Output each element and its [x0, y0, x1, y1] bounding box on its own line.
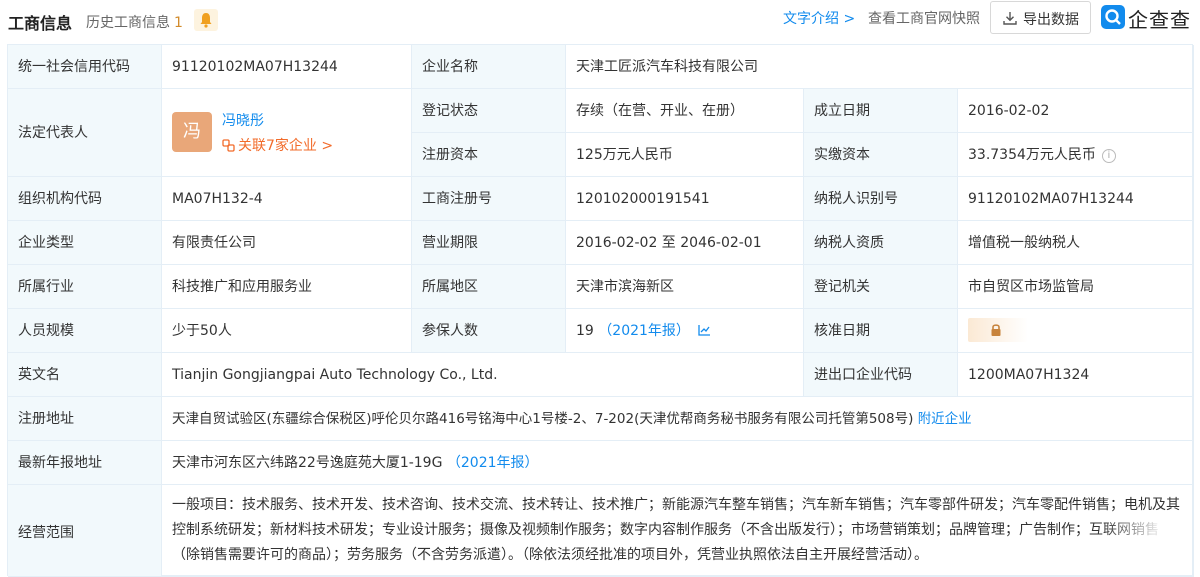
label-reg-authority: 登记机关 [804, 265, 958, 309]
label-biz-scope: 经营范围 [8, 485, 162, 577]
text-fade-overlay [1102, 515, 1182, 541]
label-reg-status: 登记状态 [412, 89, 566, 133]
lock-icon[interactable] [968, 318, 1028, 342]
business-info-table: 统一社会信用代码 91120102MA07H13244 企业名称 天津工匠派汽车… [7, 44, 1194, 577]
biz-scope-text: 一般项目：技术服务、技术开发、技术咨询、技术交流、技术转让、技术推广；新能源汽车… [172, 497, 1180, 563]
value-reg-no: 120102000191541 [566, 177, 804, 221]
export-button-label: 导出数据 [1023, 12, 1079, 28]
label-taxpayer-qual: 纳税人资质 [804, 221, 958, 265]
label-region: 所属地区 [412, 265, 566, 309]
annual-report-link[interactable]: （2021年报） [447, 455, 539, 471]
label-taxpayer-id: 纳税人识别号 [804, 177, 958, 221]
label-annual-report-address: 最新年报地址 [8, 441, 162, 485]
link-icon [222, 139, 235, 152]
history-count: 1 [174, 15, 183, 31]
label-approval-date: 核准日期 [804, 309, 958, 353]
legal-rep-name-link[interactable]: 冯晓彤 [222, 111, 264, 131]
annual-report-address-text: 天津市河东区六纬路22号逸庭苑大厦1-19G [172, 455, 443, 471]
paid-capital-text: 33.7354万元人民币 [968, 147, 1096, 163]
value-credit-code: 91120102MA07H13244 [162, 45, 412, 89]
value-taxpayer-qual: 增值税一般纳税人 [958, 221, 1194, 265]
trend-chart-icon[interactable] [698, 324, 711, 336]
value-org-code: MA07H132-4 [162, 177, 412, 221]
value-region: 天津市滨海新区 [566, 265, 804, 309]
header-bar: 工商信息 历史工商信息 1 文字介绍 > 查看工商官网快照 导出数据 企查查 [0, 0, 1200, 40]
label-reg-no: 工商注册号 [412, 177, 566, 221]
nearby-companies-link[interactable]: 附近企业 [918, 411, 972, 427]
info-icon[interactable]: i [1101, 149, 1116, 163]
label-insured: 参保人数 [412, 309, 566, 353]
qichacha-logo: 企查查 [1101, 3, 1197, 32]
value-est-date: 2016-02-02 [958, 89, 1194, 133]
label-est-date: 成立日期 [804, 89, 958, 133]
label-paid-capital: 实缴资本 [804, 133, 958, 177]
value-biz-term: 2016-02-02 至 2046-02-01 [566, 221, 804, 265]
label-reg-address: 注册地址 [8, 397, 162, 441]
value-taxpayer-id: 91120102MA07H13244 [958, 177, 1194, 221]
label-english-name: 英文名 [8, 353, 162, 397]
value-reg-status: 存续（在营、开业、在册） [566, 89, 804, 133]
official-snapshot-link[interactable]: 查看工商官网快照 [868, 8, 980, 28]
download-icon [1003, 12, 1017, 25]
value-biz-scope: 一般项目：技术服务、技术开发、技术咨询、技术交流、技术转让、技术推广；新能源汽车… [162, 485, 1194, 577]
label-company-type: 企业类型 [8, 221, 162, 265]
value-reg-authority: 市自贸区市场监管局 [958, 265, 1194, 309]
value-company-type: 有限责任公司 [162, 221, 412, 265]
label-import-export-code: 进出口企业代码 [804, 353, 958, 397]
value-insured: 19 （2021年报） [566, 309, 804, 353]
value-reg-address: 天津自贸试验区(东疆综合保税区)呼伦贝尔路416号铭海中心1号楼-2、7-202… [162, 397, 1194, 441]
section-title: 工商信息 [8, 14, 73, 33]
label-org-code: 组织机构代码 [8, 177, 162, 221]
value-reg-capital: 125万元人民币 [566, 133, 804, 177]
value-industry: 科技推广和应用服务业 [162, 265, 412, 309]
logo-icon [1101, 5, 1125, 29]
text-intro-link[interactable]: 文字介绍 > [783, 8, 855, 28]
value-staff-size: 少于50人 [162, 309, 412, 353]
label-staff-size: 人员规模 [8, 309, 162, 353]
label-legal-rep: 法定代表人 [8, 89, 162, 177]
value-annual-report-address: 天津市河东区六纬路22号逸庭苑大厦1-19G （2021年报） [162, 441, 1194, 485]
history-label: 历史工商信息 [86, 15, 170, 31]
insured-count: 19 [576, 323, 594, 339]
value-import-export-code: 1200MA07H1324 [958, 353, 1194, 397]
history-tab[interactable]: 历史工商信息 1 [86, 12, 183, 32]
bell-icon[interactable] [194, 9, 218, 31]
value-legal-rep: 冯 冯晓彤 关联7家企业 > [162, 89, 412, 177]
value-approval-date [958, 309, 1194, 353]
export-button[interactable]: 导出数据 [990, 1, 1091, 34]
label-company-name: 企业名称 [412, 45, 566, 89]
related-companies-label: 关联7家企业 > [238, 138, 334, 154]
logo-text: 企查查 [1128, 8, 1191, 32]
label-credit-code: 统一社会信用代码 [8, 45, 162, 89]
value-paid-capital: 33.7354万元人民币 i [958, 133, 1194, 177]
label-industry: 所属行业 [8, 265, 162, 309]
value-english-name: Tianjin Gongjiangpai Auto Technology Co.… [162, 353, 804, 397]
label-biz-term: 营业期限 [412, 221, 566, 265]
avatar[interactable]: 冯 [172, 112, 212, 152]
insured-report-link[interactable]: （2021年报） [598, 323, 690, 339]
related-companies-link[interactable]: 关联7家企业 > [222, 136, 333, 156]
reg-address-text: 天津自贸试验区(东疆综合保税区)呼伦贝尔路416号铭海中心1号楼-2、7-202… [172, 411, 914, 427]
label-reg-capital: 注册资本 [412, 133, 566, 177]
value-company-name: 天津工匠派汽车科技有限公司 [566, 45, 1194, 89]
